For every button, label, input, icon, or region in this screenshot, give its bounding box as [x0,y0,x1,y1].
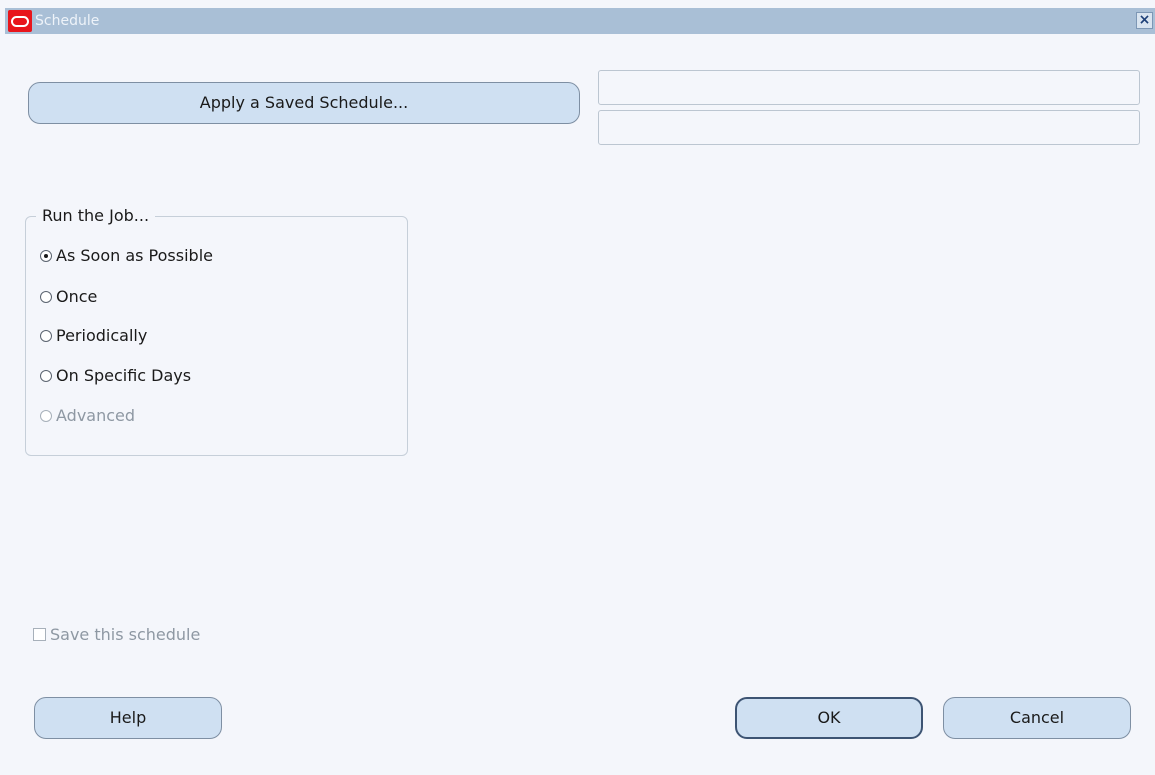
schedule-window: Schedule × Apply a Saved Schedule... Run… [0,0,1155,775]
radio-label: As Soon as Possible [56,246,213,265]
radio-button-icon[interactable] [40,329,52,342]
radio-button-icon[interactable] [40,369,52,382]
save-schedule-checkbox: Save this schedule [33,624,200,646]
radio-button-icon [40,409,52,422]
schedule-name-field[interactable] [598,70,1140,105]
radio-label: Periodically [56,326,148,345]
save-schedule-label: Save this schedule [50,625,201,644]
window-title: Schedule [35,13,100,29]
radio-label: Advanced [56,406,136,425]
apply-saved-schedule-button[interactable]: Apply a Saved Schedule... [28,82,580,124]
help-button[interactable]: Help [34,697,222,739]
radio-advanced: Advanced [40,405,135,427]
schedule-description-field[interactable] [598,110,1140,145]
radio-label: On Specific Days [56,366,192,385]
close-icon[interactable]: × [1136,12,1153,29]
radio-button-icon[interactable] [40,290,52,303]
oracle-logo-icon [8,10,32,32]
title-bar[interactable]: Schedule × [5,8,1155,34]
cancel-button[interactable]: Cancel [943,697,1131,739]
checkbox-icon [33,628,46,641]
ok-button[interactable]: OK [735,697,923,739]
run-the-job-group: Run the Job... As Soon as Possible Once … [25,206,408,456]
radio-once[interactable]: Once [40,286,97,308]
radio-on-specific-days[interactable]: On Specific Days [40,365,191,387]
radio-label: Once [56,287,98,306]
radio-button-icon[interactable] [40,249,52,262]
radio-as-soon-as-possible[interactable]: As Soon as Possible [40,245,213,267]
radio-periodically[interactable]: Periodically [40,325,147,347]
group-label: Run the Job... [36,206,156,226]
